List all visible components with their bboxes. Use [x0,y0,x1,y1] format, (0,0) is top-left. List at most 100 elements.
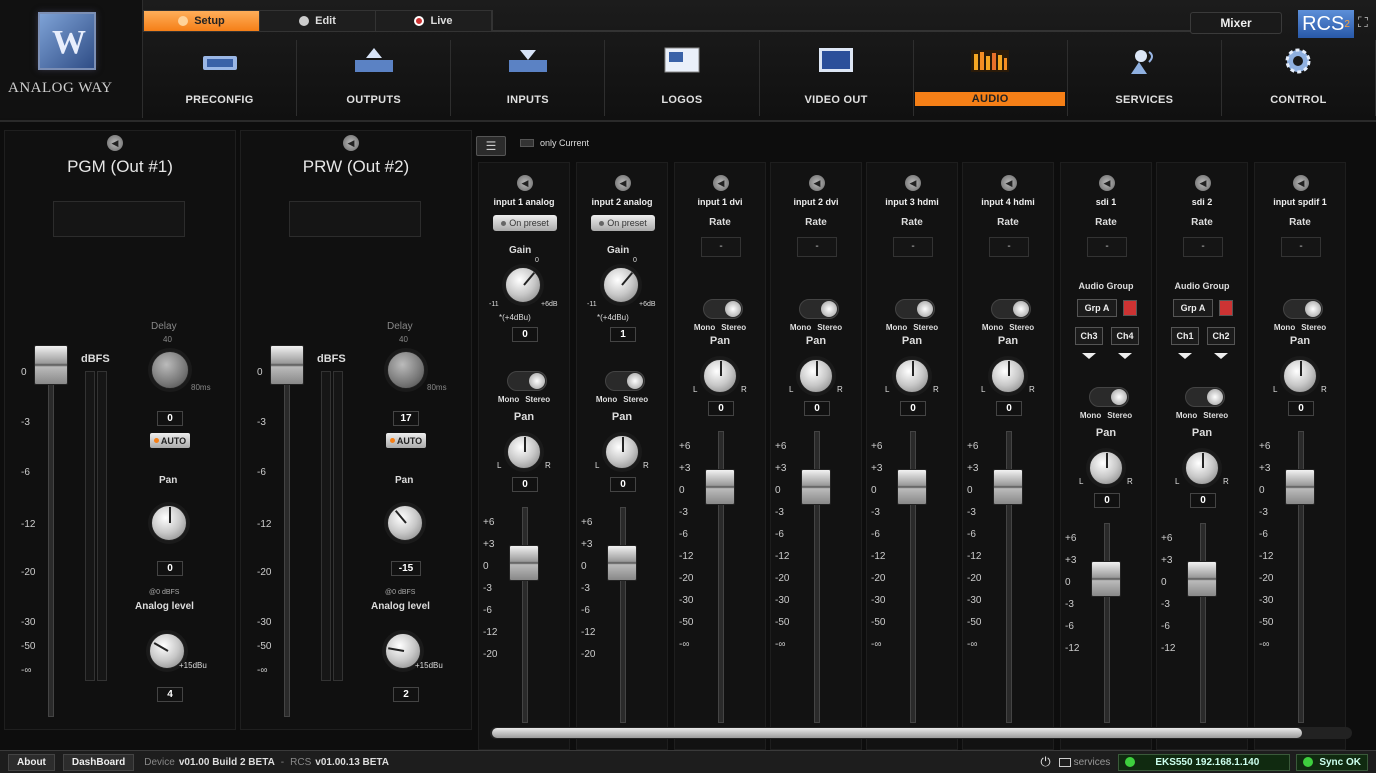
speaker-icon[interactable]: ◀ [107,135,123,151]
pan-value[interactable]: 0 [1094,493,1120,508]
only-current-toggle[interactable]: only Current [520,138,589,148]
expand-icon[interactable]: ⛶ [1358,14,1368,31]
services-label[interactable]: services [1074,757,1111,768]
nav-logos[interactable]: LOGOS [605,40,760,116]
audio-mixer-panel: ◀ PGM (Out #1) 0 -3 -6 -12 -20 -30 -50 -∞ dBFS … [0,126,1376,750]
pan-value[interactable]: 0 [708,401,734,416]
pan-knob[interactable] [991,359,1025,393]
menu-icon[interactable]: ☰ [476,136,506,156]
gain-value[interactable]: 1 [610,327,636,342]
chevron-down-icon[interactable] [1178,353,1192,359]
master-prw: ◀ PRW (Out #2) 0 -3 -6 -12 -20 -30 -50 -∞ dBFS … [240,130,472,730]
mono-stereo-toggle[interactable] [895,299,935,319]
speaker-icon[interactable]: ◀ [905,175,921,191]
channel-fader[interactable] [509,545,539,581]
channel-fader[interactable] [801,469,831,505]
channel-a-select[interactable]: Ch1 [1171,327,1199,345]
speaker-icon[interactable]: ◀ [1001,175,1017,191]
mono-stereo-toggle[interactable] [1283,299,1323,319]
mono-stereo-toggle[interactable] [1185,387,1225,407]
pan-value[interactable]: -15 [391,561,421,576]
channel-fader[interactable] [897,469,927,505]
channel-fader[interactable] [607,545,637,581]
nav-services[interactable]: SERVICES [1068,40,1222,116]
nav-control[interactable]: CONTROL [1222,40,1376,116]
pan-value[interactable]: 0 [512,477,538,492]
pan-knob[interactable] [703,359,737,393]
pan-value[interactable]: 0 [900,401,926,416]
mono-stereo-toggle[interactable] [1089,387,1129,407]
nav-preconfig[interactable]: PRECONFIG [143,40,298,116]
pan-knob[interactable] [507,435,541,469]
pan-value[interactable]: 0 [610,477,636,492]
speaker-icon[interactable]: ◀ [517,175,533,191]
gain-knob[interactable] [505,267,541,303]
pan-knob[interactable] [1283,359,1317,393]
gain-knob[interactable] [603,267,639,303]
pan-value[interactable]: 0 [1190,493,1216,508]
nav-audio[interactable]: AUDIO [914,40,1068,116]
pan-value[interactable]: 0 [804,401,830,416]
speaker-icon[interactable]: ◀ [615,175,631,191]
channel-fader[interactable] [1091,561,1121,597]
audio-group-select[interactable]: Grp A [1077,299,1117,317]
analog-level-value[interactable]: 2 [393,687,419,702]
channel-fader[interactable] [1187,561,1217,597]
nav-video-out[interactable]: VIDEO OUT [760,40,914,116]
mono-stereo-toggle[interactable] [991,299,1031,319]
on-preset-button[interactable]: On preset [493,215,557,231]
mono-stereo-toggle[interactable] [703,299,743,319]
speaker-icon[interactable]: ◀ [343,135,359,151]
mode-edit[interactable]: Edit [260,11,376,31]
gain-value[interactable]: 0 [512,327,538,342]
about-button[interactable]: About [8,753,55,771]
scroll-thumb[interactable] [492,728,1302,738]
pan-knob[interactable] [387,505,423,541]
pan-knob[interactable] [151,505,187,541]
pan-knob[interactable] [895,359,929,393]
mono-stereo-toggle[interactable] [605,371,645,391]
delay-value[interactable]: 0 [157,411,183,426]
nav-outputs[interactable]: OUTPUTS [297,40,452,116]
mono-stereo-toggle[interactable] [507,371,547,391]
speaker-icon[interactable]: ◀ [713,175,729,191]
delay-value[interactable]: 17 [393,411,419,426]
delay-knob[interactable] [387,351,425,389]
master-fader[interactable] [34,345,68,385]
channel-fader[interactable] [705,469,735,505]
delay-knob[interactable] [151,351,189,389]
horizontal-scrollbar[interactable] [490,727,1352,739]
channel-b-select[interactable]: Ch2 [1207,327,1235,345]
speaker-icon[interactable]: ◀ [1099,175,1115,191]
audio-group-select[interactable]: Grp A [1173,299,1213,317]
auto-button[interactable]: AUTO [386,433,426,448]
speaker-icon[interactable]: ◀ [1195,175,1211,191]
chevron-down-icon[interactable] [1082,353,1096,359]
mode-setup[interactable]: Setup [144,11,260,31]
chevron-down-icon[interactable] [1118,353,1132,359]
nav-inputs[interactable]: INPUTS [451,40,606,116]
channel-a-select[interactable]: Ch3 [1075,327,1103,345]
pan-value[interactable]: 0 [157,561,183,576]
master-fader[interactable] [270,345,304,385]
pan-knob[interactable] [799,359,833,393]
speaker-icon[interactable]: ◀ [809,175,825,191]
channel-fader[interactable] [1285,469,1315,505]
power-icon[interactable]: ⏻ [1040,754,1050,770]
dashboard-button[interactable]: DashBoard [62,753,135,771]
pan-value[interactable]: 0 [1288,401,1314,416]
chevron-down-icon[interactable] [1214,353,1228,359]
pan-knob[interactable] [1089,451,1123,485]
on-preset-button[interactable]: On preset [591,215,655,231]
pan-value[interactable]: 0 [996,401,1022,416]
analog-level-value[interactable]: 4 [157,687,183,702]
mono-stereo-toggle[interactable] [799,299,839,319]
mode-live[interactable]: Live [376,11,492,31]
mixer-button[interactable]: Mixer [1190,12,1282,34]
speaker-icon[interactable]: ◀ [1293,175,1309,191]
pan-knob[interactable] [1185,451,1219,485]
channel-fader[interactable] [993,469,1023,505]
auto-button[interactable]: AUTO [150,433,190,448]
pan-knob[interactable] [605,435,639,469]
channel-b-select[interactable]: Ch4 [1111,327,1139,345]
